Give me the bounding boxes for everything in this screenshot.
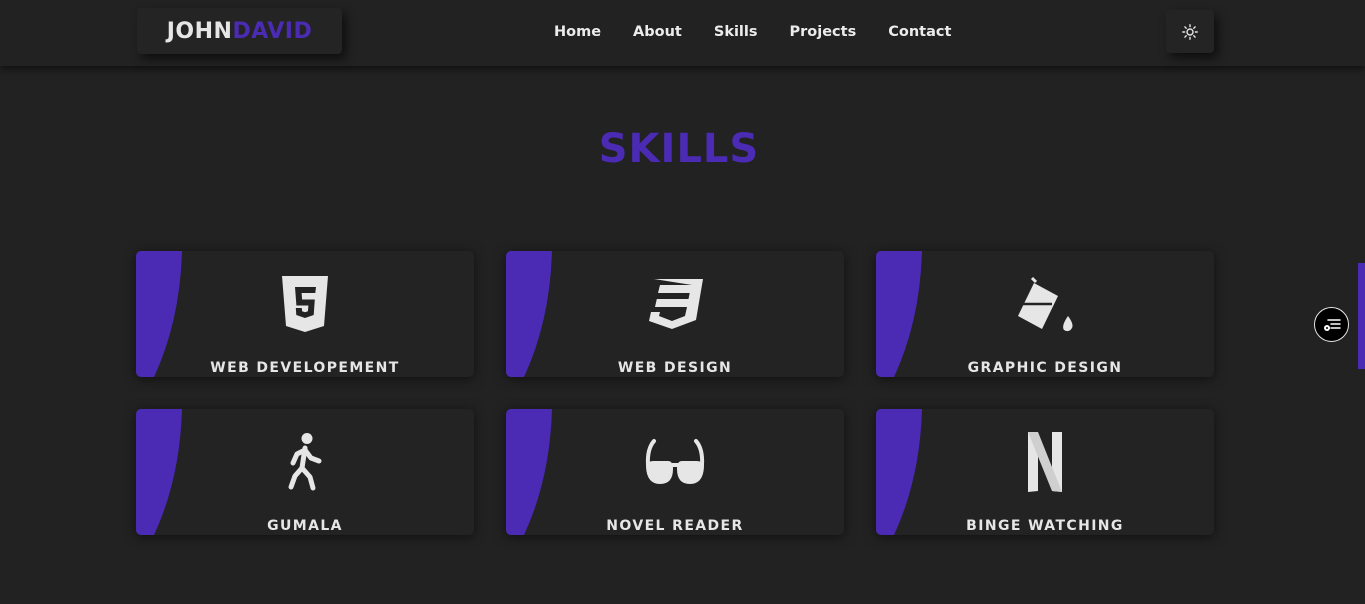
skill-card-binge-watching[interactable]: BINGE WATCHING: [876, 409, 1214, 535]
skill-label: GUMALA: [267, 518, 343, 534]
skill-label: BINGE WATCHING: [966, 518, 1124, 534]
logo-last-name: DAVID: [232, 18, 313, 44]
paint-bucket-icon: [1018, 276, 1073, 332]
logo[interactable]: JOHN DAVID: [137, 8, 342, 54]
skill-label: NOVEL READER: [606, 518, 744, 534]
skill-label: WEB DEVELOPEMENT: [210, 360, 400, 376]
skill-card-novel-reader[interactable]: NOVEL READER: [506, 409, 844, 535]
site-header: JOHN DAVID Home About Skills Projects Con…: [0, 0, 1365, 66]
theme-toggle-button[interactable]: [1166, 10, 1214, 53]
skill-card-graphic-design[interactable]: GRAPHIC DESIGN: [876, 251, 1214, 377]
glasses-icon: [645, 439, 705, 484]
css3-icon: [649, 279, 703, 329]
netflix-icon: [1028, 432, 1062, 492]
menu-settings-icon: [1323, 318, 1341, 331]
nav-home[interactable]: Home: [554, 24, 601, 40]
nav-contact[interactable]: Contact: [888, 24, 951, 40]
skill-card-web-design[interactable]: WEB DESIGN: [506, 251, 844, 377]
main-nav: Home About Skills Projects Contact: [554, 20, 951, 44]
walking-person-icon: [288, 433, 322, 491]
skill-card-gumala[interactable]: GUMALA: [136, 409, 474, 535]
page: JOHN DAVID Home About Skills Projects Con…: [0, 0, 1365, 604]
scroll-indicator[interactable]: [1358, 263, 1365, 369]
skill-card-web-development[interactable]: WEB DEVELOPEMENT: [136, 251, 474, 377]
skill-label: GRAPHIC DESIGN: [967, 360, 1123, 376]
skills-title: SKILLS: [598, 126, 760, 172]
html5-icon: [282, 276, 328, 332]
sun-icon: [1182, 23, 1198, 40]
nav-projects[interactable]: Projects: [790, 24, 857, 40]
nav-skills[interactable]: Skills: [714, 24, 758, 40]
floating-menu-button[interactable]: [1314, 307, 1349, 342]
nav-about[interactable]: About: [633, 24, 682, 40]
skill-label: WEB DESIGN: [617, 360, 733, 376]
logo-first-name: JOHN: [166, 18, 233, 44]
